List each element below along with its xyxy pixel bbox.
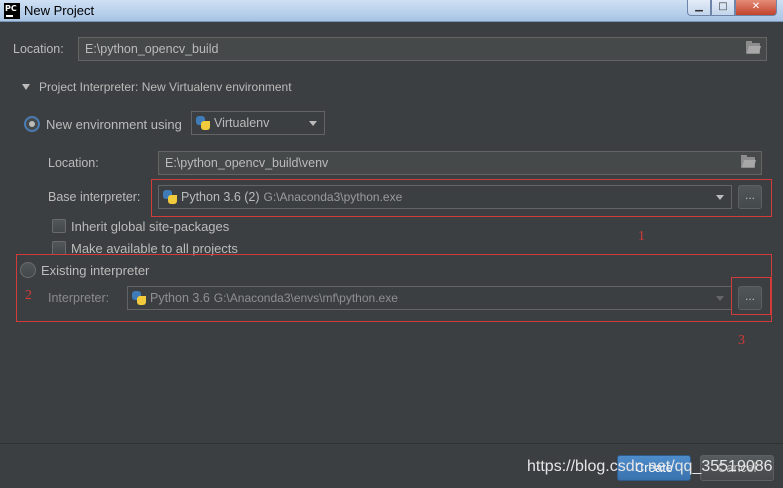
chevron-down-icon	[309, 121, 317, 126]
interpreter-section-title[interactable]: Project Interpreter: New Virtualenv envi…	[39, 80, 292, 94]
inherit-packages-label[interactable]: Inherit global site-packages	[71, 219, 229, 234]
footer-divider	[0, 443, 783, 444]
annotation-number-1: 1	[638, 229, 645, 244]
inherit-packages-checkbox[interactable]	[52, 219, 66, 233]
annotation-number-3: 3	[738, 333, 745, 348]
location-value: E:\python_opencv_build	[85, 42, 219, 56]
venv-location-field[interactable]: E:\python_opencv_build\venv	[158, 151, 762, 175]
new-project-window: PC New Project ▁ □ ✕ Location: E:\python…	[0, 0, 783, 488]
minimize-icon[interactable]: ▁	[687, 0, 711, 16]
title-bar: PC New Project ▁ □ ✕	[0, 0, 783, 22]
annotation-number-2: 2	[25, 288, 32, 303]
make-available-checkbox[interactable]	[52, 241, 66, 255]
collapse-arrow-icon[interactable]	[22, 84, 30, 90]
python-icon	[196, 116, 210, 130]
location-label: Location:	[13, 42, 64, 56]
annotation-box-3	[731, 277, 771, 315]
annotation-box-1	[151, 179, 772, 217]
location-field[interactable]: E:\python_opencv_build	[78, 37, 767, 61]
annotation-box-2	[16, 254, 772, 322]
window-title: New Project	[24, 3, 95, 18]
close-icon[interactable]: ✕	[735, 0, 777, 16]
base-interpreter-label: Base interpreter:	[48, 190, 141, 204]
venv-location-value: E:\python_opencv_build\venv	[165, 156, 329, 170]
window-controls: ▁ □ ✕	[687, 0, 777, 16]
venv-location-label: Location:	[48, 156, 99, 170]
watermark-text: https://blog.csdn.net/qq_35519086	[527, 458, 773, 475]
folder-icon[interactable]	[746, 41, 760, 54]
folder-icon[interactable]	[741, 155, 755, 168]
new-environment-label[interactable]: New environment using	[46, 117, 182, 132]
environment-tool-value: Virtualenv	[214, 116, 270, 130]
environment-tool-select[interactable]: Virtualenv	[191, 111, 325, 135]
app-icon: PC	[4, 3, 20, 19]
new-environment-radio[interactable]	[24, 116, 40, 132]
maximize-icon[interactable]: □	[711, 0, 735, 16]
